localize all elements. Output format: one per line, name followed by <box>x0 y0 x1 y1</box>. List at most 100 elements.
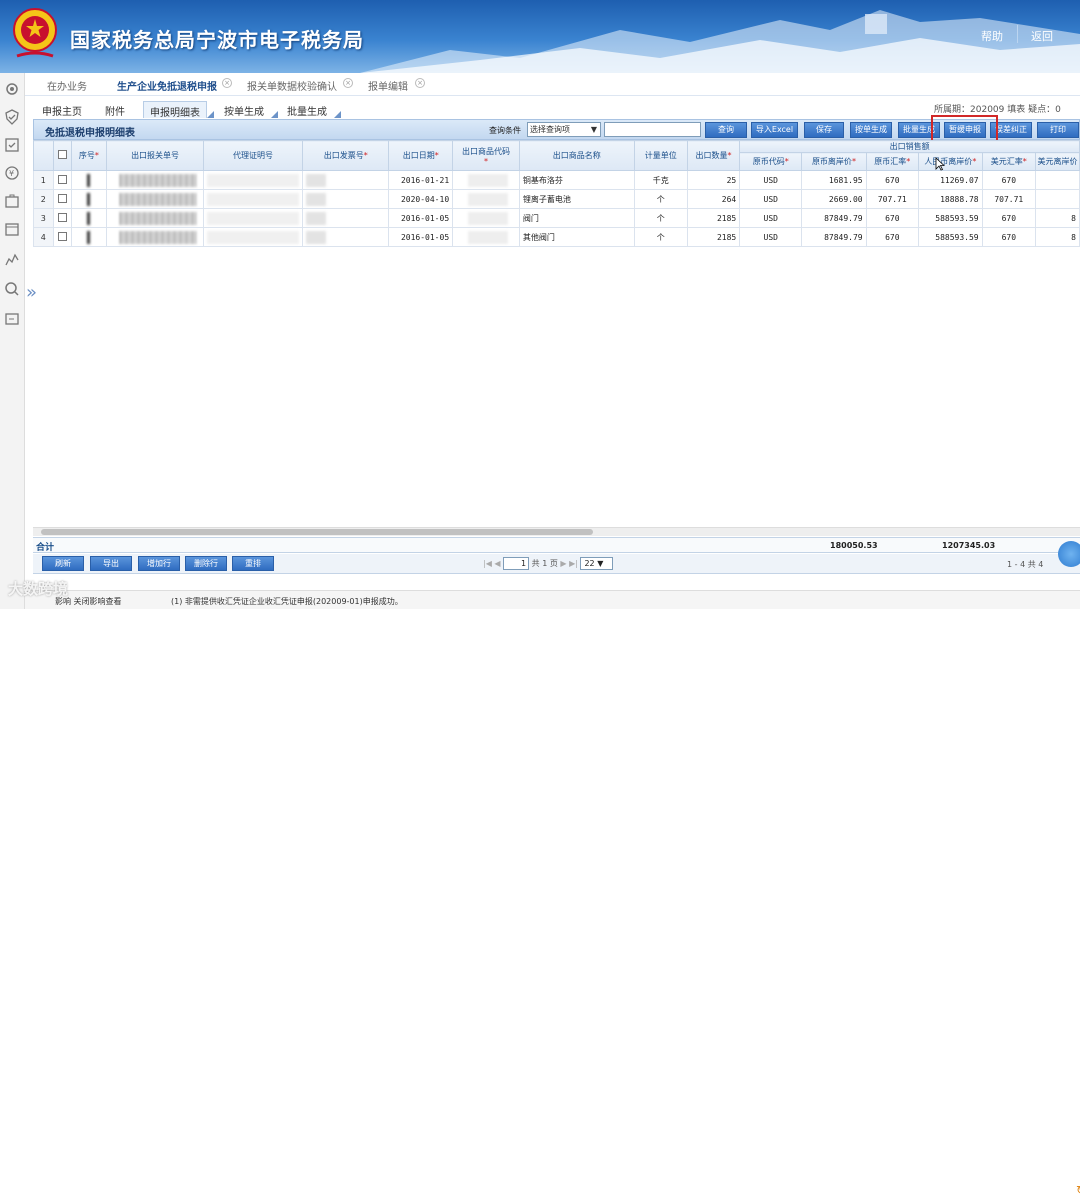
cell-qty[interactable]: 264 <box>686 189 741 209</box>
cell-usd-rate[interactable]: 670 <box>981 170 1036 190</box>
cell-fob[interactable]: 2669.00 <box>801 189 867 209</box>
cell-seq[interactable] <box>70 227 108 247</box>
cell-currency[interactable]: USD <box>739 227 803 247</box>
cell-rmb[interactable]: 18888.78 <box>918 189 983 209</box>
table-row[interactable]: 1 2016-01-21 铜基布洛芬 千克 25 USD 1681.95 670 11269.0… <box>33 170 1080 190</box>
tab-in-progress[interactable]: 在办业务 <box>47 78 87 93</box>
row-checkbox[interactable] <box>52 208 72 228</box>
cell-seq[interactable] <box>70 170 108 190</box>
cell-rate[interactable]: 670 <box>865 170 920 190</box>
close-icon[interactable]: × <box>415 78 425 88</box>
table-row[interactable]: 3 2016-01-05 阀门个 2185 USD 87849.79 670 588593.5… <box>33 208 1080 228</box>
cell-fob[interactable]: 87849.79 <box>801 227 867 247</box>
cell-seq[interactable] <box>70 189 108 209</box>
row-checkbox[interactable] <box>52 189 72 209</box>
subtab-detail[interactable]: 申报明细表 <box>143 101 214 119</box>
cell-invoice-no[interactable] <box>302 208 390 228</box>
export-button[interactable]: 导出 <box>90 556 132 571</box>
query-input[interactable] <box>604 122 701 137</box>
cell-rate[interactable]: 670 <box>865 208 920 228</box>
cell-fob[interactable]: 87849.79 <box>801 208 867 228</box>
cell-usd-fob[interactable]: 8 <box>1034 208 1080 228</box>
table-row[interactable]: 4 2016-01-05 其他阀门个 2185 USD 87849.79 670 588593… <box>33 227 1080 247</box>
cell-qty[interactable]: 25 <box>686 170 741 190</box>
shield-check-icon[interactable] <box>4 109 20 125</box>
refresh-button[interactable]: 刷新 <box>42 556 84 571</box>
tab-export-refund[interactable]: 生产企业免抵退税申报 <box>117 78 217 93</box>
add-row-button[interactable]: 增加行 <box>138 556 180 571</box>
horizontal-scrollbar[interactable] <box>33 527 1080 536</box>
document-check-icon[interactable] <box>4 137 20 153</box>
tax-refund-icon[interactable]: ¥ <box>4 165 20 181</box>
cell-goods-name[interactable]: 锂离子蓄电池 <box>518 189 635 209</box>
cell-rmb[interactable]: 588593.59 <box>918 227 983 247</box>
cell-customs-no[interactable] <box>106 227 205 247</box>
reorder-button[interactable]: 重排 <box>232 556 274 571</box>
cell-proxy-no[interactable] <box>203 208 304 228</box>
cell-qty[interactable]: 2185 <box>686 227 741 247</box>
briefcase-icon[interactable] <box>4 193 20 209</box>
cell-customs-no[interactable] <box>106 189 205 209</box>
cell-rate[interactable]: 670 <box>865 227 920 247</box>
subtab-by-order[interactable]: 按单生成 <box>218 101 278 118</box>
delete-row-button[interactable]: 删除行 <box>185 556 227 571</box>
cell-usd-rate[interactable]: 670 <box>981 227 1036 247</box>
cell-usd-rate[interactable]: 670 <box>981 208 1036 228</box>
import-excel-button[interactable]: 导入Excel <box>751 122 798 138</box>
scroll-thumb[interactable] <box>41 529 593 535</box>
cell-rmb[interactable]: 11269.07 <box>918 170 983 190</box>
cell-export-date[interactable]: 2020-04-10 <box>388 189 454 209</box>
cell-currency[interactable]: USD <box>739 189 803 209</box>
page-size-select[interactable]: 22 ▼ <box>580 557 614 570</box>
cell-export-date[interactable]: 2016-01-05 <box>388 227 454 247</box>
last-page-icon[interactable]: ▶ ▶| <box>560 559 578 568</box>
page-input[interactable]: 1 <box>503 557 530 570</box>
cell-seq[interactable] <box>70 208 108 228</box>
exit-icon[interactable] <box>4 311 20 327</box>
chart-icon[interactable] <box>4 251 20 267</box>
cell-invoice-no[interactable] <box>302 227 390 247</box>
select-all-checkbox[interactable] <box>52 140 72 171</box>
tab-edit[interactable]: 报单编辑 <box>368 78 408 93</box>
cell-qty[interactable]: 2185 <box>686 208 741 228</box>
cell-rate[interactable]: 707.71 <box>865 189 920 209</box>
cell-usd-fob[interactable] <box>1034 170 1080 190</box>
cell-proxy-no[interactable] <box>203 189 304 209</box>
cell-goods-code[interactable] <box>452 227 520 247</box>
subtab-home[interactable]: 申报主页 <box>36 101 88 118</box>
cell-rmb[interactable]: 588593.59 <box>918 208 983 228</box>
expand-chevron-icon[interactable]: » <box>26 282 42 306</box>
cell-goods-name[interactable]: 铜基布洛芬 <box>518 170 635 190</box>
query-button[interactable]: 查询 <box>705 122 747 138</box>
cell-goods-name[interactable]: 其他阀门 <box>518 227 635 247</box>
cell-goods-name[interactable]: 阀门 <box>518 208 635 228</box>
print-button[interactable]: 打印 <box>1037 122 1079 138</box>
refresh-icon[interactable]: ↻ <box>1076 1183 1080 1197</box>
cell-currency[interactable]: USD <box>739 208 803 228</box>
cell-usd-fob[interactable]: 8 <box>1034 227 1080 247</box>
cell-proxy-no[interactable] <box>203 227 304 247</box>
cell-fob[interactable]: 1681.95 <box>801 170 867 190</box>
cell-usd-fob[interactable] <box>1034 189 1080 209</box>
generate-by-order-button[interactable]: 按单生成 <box>850 122 892 138</box>
help-link[interactable]: 帮助 <box>981 28 1003 44</box>
row-checkbox[interactable] <box>52 170 72 190</box>
subtab-batch[interactable]: 批量生成 <box>281 101 341 118</box>
table-row[interactable]: 2 2020-04-10 锂离子蓄电池个 264 USD 2669.00 707.71 188… <box>33 189 1080 209</box>
calendar-icon[interactable] <box>4 221 20 237</box>
cell-unit[interactable]: 个 <box>633 208 688 228</box>
first-page-icon[interactable]: |◀ ◀ <box>483 559 501 568</box>
cell-usd-rate[interactable]: 707.71 <box>981 189 1036 209</box>
cell-goods-code[interactable] <box>452 208 520 228</box>
cell-goods-code[interactable] <box>452 170 520 190</box>
subtab-attachment[interactable]: 附件 <box>99 101 131 118</box>
row-checkbox[interactable] <box>52 227 72 247</box>
close-icon[interactable]: × <box>222 78 232 88</box>
back-link[interactable]: 返回 <box>1031 28 1053 44</box>
cell-currency[interactable]: USD <box>739 170 803 190</box>
query-field-select[interactable]: 选择查询项 ▼ <box>527 122 601 137</box>
cell-customs-no[interactable] <box>106 208 205 228</box>
cell-customs-no[interactable] <box>106 170 205 190</box>
cell-proxy-no[interactable] <box>203 170 304 190</box>
search-icon[interactable] <box>4 281 20 297</box>
